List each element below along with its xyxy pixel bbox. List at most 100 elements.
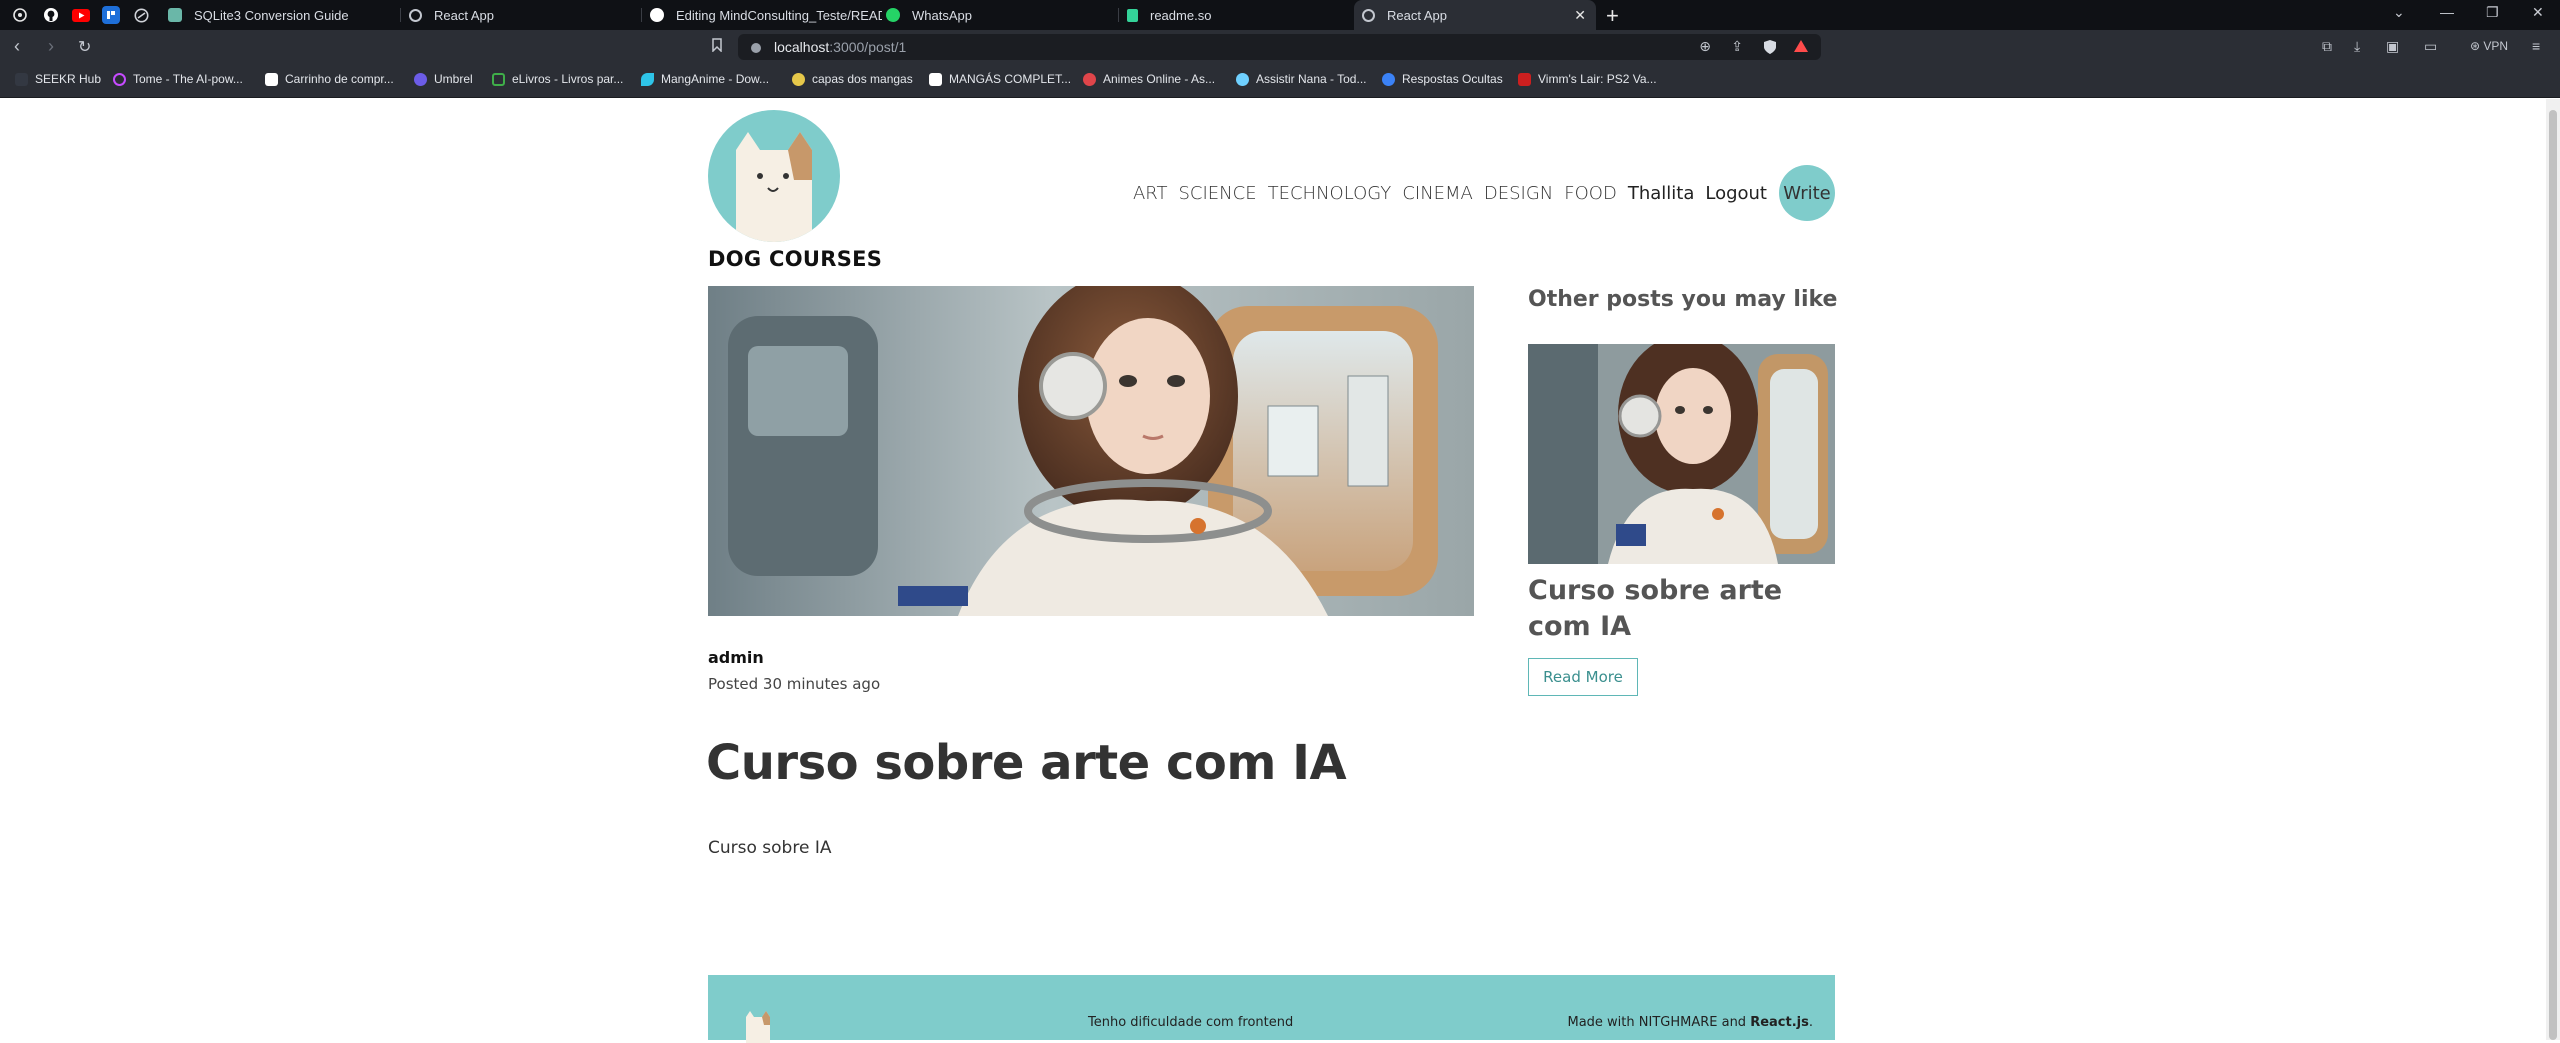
footer-made-with: Made with NITGHMARE and [1567,1015,1747,1030]
bookmark-capas[interactable]: capas dos mangas [792,72,913,86]
bookmark-manganime[interactable]: MangAnime - Dow... [641,72,769,86]
tab-label: WhatsApp [912,7,972,23]
bookmark-label: capas dos mangas [812,72,913,86]
bookmark-label: Umbrel [434,72,473,86]
read-more-button[interactable]: Read More [1528,658,1638,696]
bookmarks-bar: SEEKR Hub Tome - The AI-pow... Carrinho … [0,64,2560,98]
tab-favicon-icon [168,8,182,22]
github-icon[interactable] [42,6,60,24]
url-text: localhost:3000/post/1 [774,39,906,55]
cat-logo-icon [746,1011,770,1043]
tab-github-readme[interactable]: Editing MindConsulting_Teste/README [642,0,882,30]
post-image [708,286,1474,616]
tab-label: React App [1387,7,1447,23]
bookmark-seekr[interactable]: SEEKR Hub [15,72,101,86]
umbrel-icon [414,72,427,86]
bookmark-label: Vimm's Lair: PS2 Va... [1538,72,1657,86]
reload-button[interactable]: ↻ [78,37,91,57]
sidebar-post-image[interactable] [1528,344,1835,564]
page-scrollbar[interactable] [2546,99,2560,1040]
post-author[interactable]: admin [708,648,764,667]
tab-readme-so[interactable]: readme.so [1119,0,1359,30]
nav-logout[interactable]: Logout [1705,183,1767,204]
footer-react-link[interactable]: React.js [1750,1015,1809,1030]
manganime-icon [641,72,654,86]
browser-menu-icon[interactable]: ≡ [2532,38,2540,54]
vpn-button[interactable]: ⊛ VPN [2470,39,2508,53]
amazon-icon [265,72,278,86]
nav-cinema[interactable]: CINEMA [1402,183,1473,204]
extensions-icon[interactable]: ⧉ [2322,38,2332,55]
sidebar-post-title[interactable]: Curso sobre arte com IA [1528,573,1835,645]
globe-icon[interactable] [132,6,150,24]
bookmark-vimm[interactable]: Vimm's Lair: PS2 Va... [1518,72,1657,86]
nav-design[interactable]: DESIGN [1484,183,1553,204]
capas-icon [792,72,805,86]
zoom-icon[interactable]: ⊕ [1699,38,1711,55]
close-tab-icon[interactable]: ✕ [1574,7,1586,24]
tab-label: readme.so [1150,7,1212,23]
tab-react-app[interactable]: React App [401,0,641,30]
nav-art[interactable]: ART [1133,183,1168,204]
rewards-icon[interactable] [1793,39,1809,58]
post-title: Curso sobre arte com IA [706,735,1347,791]
bookmark-mangas[interactable]: MANGÁS COMPLET... [929,72,1071,86]
shield-icon[interactable] [1763,39,1777,60]
write-button[interactable]: Write [1779,165,1835,221]
site-footer: Tenho dificuldade com frontend Made with… [708,975,1835,1043]
bookmark-label: eLivros - Livros par... [512,72,624,86]
close-window-button[interactable]: ✕ [2532,4,2544,21]
bookmark-animes[interactable]: Animes Online - As... [1083,72,1215,86]
bookmark-label: Animes Online - As... [1103,72,1216,86]
bookmark-label: Tome - The AI-pow... [133,72,243,86]
share-icon[interactable]: ⇪ [1731,38,1743,55]
youtube-icon[interactable] [72,6,90,24]
site-logo[interactable] [708,110,840,242]
footer-period: . [1808,1015,1813,1030]
post-body: Curso sobre IA [708,838,832,858]
site-info-icon[interactable] [750,41,762,59]
tab-sqlite[interactable]: SQLite3 Conversion Guide [160,0,400,30]
bookmark-label: Carrinho de compr... [285,72,394,86]
address-bar[interactable]: localhost:3000/post/1 ⊕ ⇪ [738,34,1821,60]
new-tab-button[interactable]: + [1606,3,1619,29]
sidebar-icon[interactable]: ▣ [2386,38,2399,55]
browser-tabstrip: SQLite3 Conversion Guide React App Editi… [0,0,2560,30]
nav-science[interactable]: SCIENCE [1179,183,1257,204]
tab-whatsapp[interactable]: WhatsApp [878,0,1118,30]
sidebar-heading: Other posts you may like [1528,287,1838,312]
nav-technology[interactable]: TECHNOLOGY [1268,183,1392,204]
globe-icon [1362,8,1375,22]
bookmark-label: Assistir Nana - Tod... [1256,72,1367,86]
bookmark-label: SEEKR Hub [35,72,102,86]
nav-food[interactable]: FOOD [1564,183,1617,204]
tab-label: Editing MindConsulting_Teste/README [676,7,882,23]
bookmark-tome[interactable]: Tome - The AI-pow... [113,72,243,86]
globe-icon [409,8,422,22]
bookmark-label: MANGÁS COMPLET... [949,72,1072,86]
minimize-button[interactable]: — [2440,4,2454,20]
site-brand[interactable]: DOG COURSES [708,247,882,271]
nav-username[interactable]: Thallita [1628,183,1695,204]
app-icon[interactable] [102,6,120,24]
wallet-icon[interactable]: ▭ [2424,38,2437,55]
nana-icon [1236,72,1249,86]
bookmark-nana[interactable]: Assistir Nana - Tod... [1236,72,1366,86]
restore-button[interactable]: ❐ [2486,4,2499,21]
back-button[interactable]: ‹ [14,36,20,57]
bookmark-elivros[interactable]: eLivros - Livros par... [492,72,623,86]
menu-icon[interactable] [11,6,29,24]
tab-search-icon[interactable]: ⌄ [2393,4,2405,21]
page-content: DOG COURSES ART SCIENCE TECHNOLOGY CINEM… [0,99,2546,1043]
download-icon[interactable]: ⤓ [2354,38,2360,55]
bookmark-respostas[interactable]: Respostas Ocultas [1382,72,1503,86]
scrollbar-thumb[interactable] [2549,110,2557,1040]
forward-button[interactable]: › [48,36,54,57]
tab-label: React App [434,7,494,23]
vpn-label: VPN [2483,39,2509,53]
bookmark-umbrel[interactable]: Umbrel [414,72,473,86]
tab-react-app-active[interactable]: React App ✕ [1354,0,1596,30]
bookmark-carrinho[interactable]: Carrinho de compr... [265,72,394,86]
footer-tagline: Tenho dificuldade com frontend [1088,1015,1294,1030]
bookmark-icon[interactable] [712,38,722,55]
